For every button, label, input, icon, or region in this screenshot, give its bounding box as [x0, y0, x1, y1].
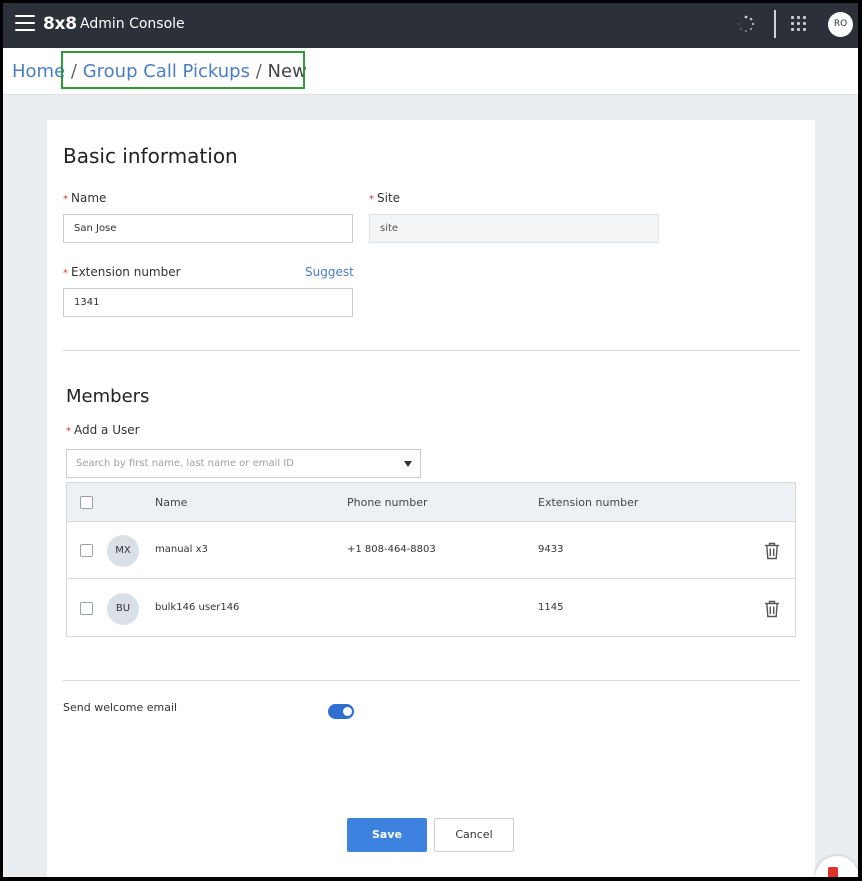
- breadcrumb-home-link[interactable]: Home: [12, 61, 65, 82]
- member-extension: 9433: [538, 544, 564, 555]
- table-row: MX manual x3 +1 808-464-8803 9433: [67, 522, 795, 579]
- members-heading: Members: [66, 386, 150, 407]
- add-user-label: * Add a User: [66, 423, 140, 437]
- chevron-down-icon: [404, 461, 412, 467]
- menu-icon[interactable]: [15, 15, 35, 33]
- add-user-select[interactable]: Search by first name, last name or email…: [66, 449, 421, 478]
- breadcrumb-separator: /: [70, 61, 77, 82]
- basic-information-heading: Basic information: [63, 144, 238, 168]
- trash-icon[interactable]: [764, 600, 780, 618]
- column-header-name: Name: [155, 496, 188, 509]
- member-name: manual x3: [155, 544, 208, 555]
- top-bar: 8x8 Admin Console RO: [3, 3, 858, 48]
- toggle-knob: [343, 707, 352, 716]
- topbar-divider: [774, 10, 776, 38]
- extension-label: * Extension number: [63, 265, 181, 279]
- name-input[interactable]: San Jose: [63, 214, 353, 243]
- cancel-button[interactable]: Cancel: [434, 818, 514, 852]
- avatar: BU: [107, 593, 139, 625]
- save-button[interactable]: Save: [347, 818, 427, 852]
- column-header-extension: Extension number: [538, 496, 639, 509]
- required-mark: *: [63, 194, 68, 205]
- form-card: Basic information * Name San Jose * Site s…: [47, 120, 815, 877]
- section-divider: [63, 680, 800, 681]
- avatar: MX: [107, 535, 139, 567]
- table-header: Name Phone number Extension number: [67, 483, 795, 522]
- required-mark: *: [369, 194, 374, 205]
- extension-input[interactable]: 1341: [63, 288, 353, 317]
- site-label: * Site: [369, 191, 401, 205]
- breadcrumb-bar: Home / Group Call Pickups / New: [3, 48, 858, 95]
- logo: 8x8: [43, 14, 77, 34]
- name-label: * Name: [63, 191, 107, 205]
- send-welcome-email-toggle[interactable]: [328, 704, 354, 719]
- section-divider: [63, 350, 800, 351]
- required-mark: *: [66, 426, 71, 437]
- trash-icon[interactable]: [764, 542, 780, 560]
- help-chat-button[interactable]: [815, 856, 858, 877]
- breadcrumb-separator: /: [255, 61, 262, 82]
- member-name: bulk146 user146: [155, 602, 240, 613]
- breadcrumb-current: New: [267, 61, 307, 82]
- row-checkbox[interactable]: [80, 544, 93, 557]
- site-input: site: [369, 214, 659, 243]
- member-extension: 1145: [538, 602, 564, 613]
- row-checkbox[interactable]: [80, 602, 93, 615]
- send-welcome-email-label: Send welcome email: [63, 701, 178, 714]
- loading-spinner-icon: [738, 15, 755, 32]
- suggest-link[interactable]: Suggest: [305, 265, 354, 279]
- app-launcher-icon[interactable]: [791, 16, 807, 32]
- column-header-phone: Phone number: [347, 496, 428, 509]
- app-frame: 8x8 Admin Console RO Home / Group Call P…: [3, 3, 858, 877]
- user-avatar[interactable]: RO: [828, 12, 853, 37]
- required-mark: *: [63, 268, 68, 279]
- members-table: Name Phone number Extension number MX ma…: [66, 482, 796, 637]
- add-user-placeholder: Search by first name, last name or email…: [76, 458, 294, 469]
- chat-icon: [828, 867, 838, 877]
- select-all-checkbox[interactable]: [80, 496, 93, 509]
- breadcrumb: Home / Group Call Pickups / New: [12, 61, 307, 82]
- member-phone: +1 808-464-8803: [347, 544, 436, 555]
- breadcrumb-group-call-pickups-link[interactable]: Group Call Pickups: [83, 61, 250, 82]
- table-row: BU bulk146 user146 1145: [67, 580, 795, 637]
- app-title: Admin Console: [80, 16, 185, 32]
